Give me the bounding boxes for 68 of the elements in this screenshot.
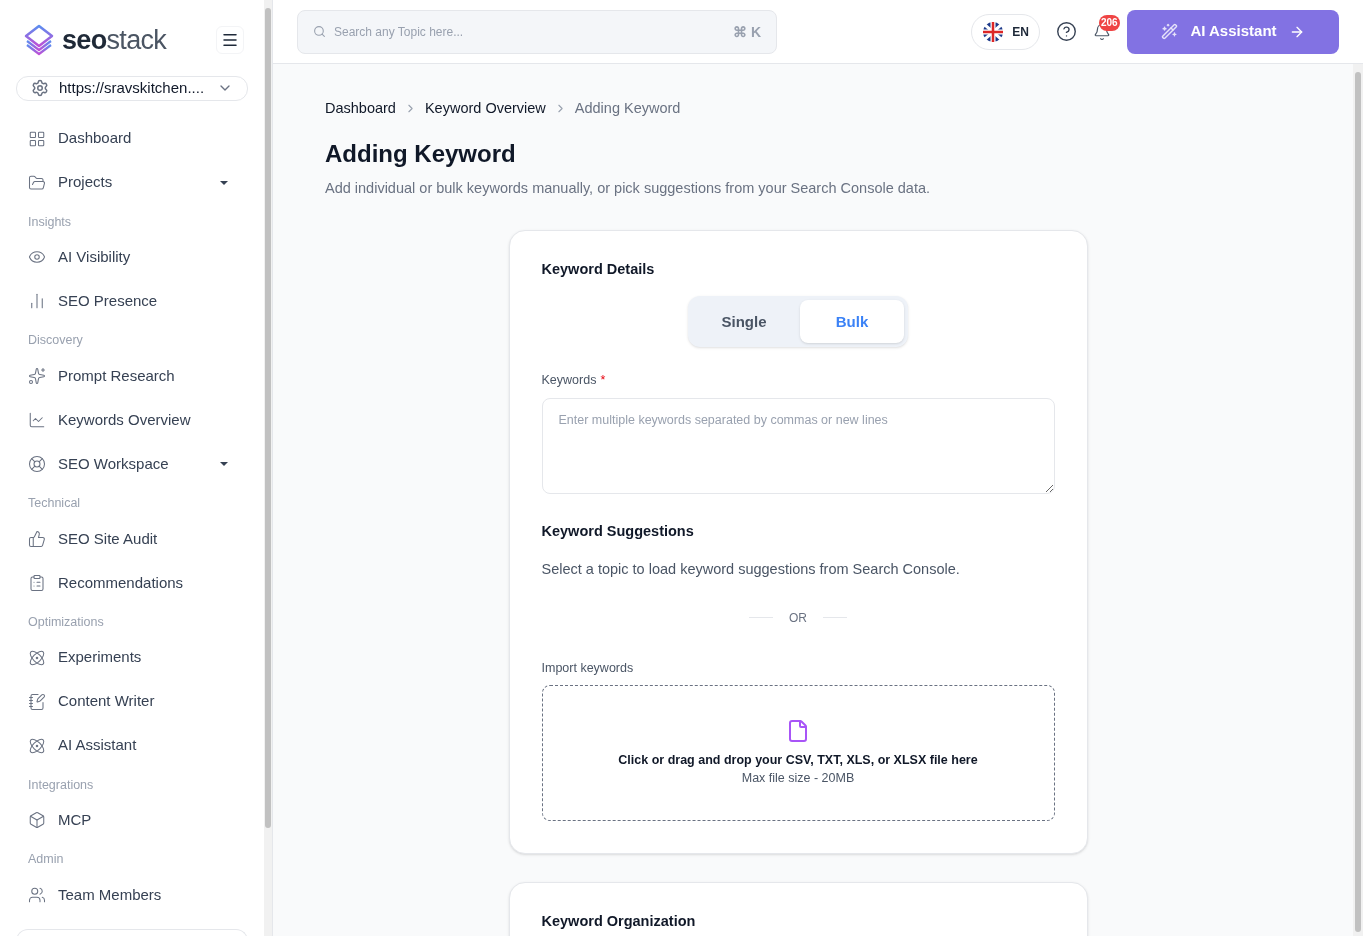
sidebar-item[interactable]: AI Assistant bbox=[16, 723, 248, 768]
file-drop-zone[interactable]: Click or drag and drop your CSV, TXT, XLS, or XLSX file here Max file size - 20MB bbox=[541, 685, 1055, 822]
sidebar-item[interactable]: Team Members bbox=[16, 873, 248, 917]
bar-chart-icon bbox=[28, 292, 46, 311]
sidebar-item[interactable]: Experiments bbox=[16, 635, 248, 680]
breadcrumb-link[interactable]: Keyword Overview bbox=[424, 98, 546, 120]
thumbs-up-icon bbox=[28, 529, 46, 548]
section-heading: Optimizations bbox=[27, 613, 105, 631]
section-heading: Admin bbox=[27, 851, 65, 869]
section-heading: Integrations bbox=[27, 776, 95, 794]
max-size-note: Max file size - 20MB bbox=[741, 770, 855, 788]
brand-name: seostack bbox=[62, 26, 167, 54]
page-title: Adding Keyword bbox=[325, 138, 517, 169]
logo-icon bbox=[24, 24, 54, 56]
line-chart-icon bbox=[28, 411, 46, 429]
sidebar-item[interactable]: Prompt Research bbox=[16, 354, 248, 398]
section-heading: Discovery bbox=[27, 332, 84, 350]
atom-icon bbox=[28, 736, 46, 755]
document-icon bbox=[28, 692, 46, 711]
gear-icon bbox=[31, 79, 49, 98]
ai-assistant-button[interactable]: AI Assistant bbox=[1127, 9, 1339, 54]
section-heading: Technical bbox=[27, 495, 82, 512]
keywords-field[interactable]: Enter multiple keywords separated by commas or new lines bbox=[541, 398, 1055, 494]
toggle-tab[interactable]: Bulk bbox=[800, 300, 904, 344]
page-subtitle: Add individual or bulk keywords manually, or pick suggestions from your Search Console data. bbox=[325, 178, 931, 198]
suggestions-text: Select a topic to load keyword suggestions from Search Console. bbox=[541, 559, 961, 579]
sidebar-item[interactable]: MCP bbox=[16, 798, 248, 843]
file-icon bbox=[786, 718, 810, 743]
sidebar-item[interactable]: SEO Workspace bbox=[16, 442, 248, 486]
scrollbar-thumb[interactable] bbox=[1355, 72, 1361, 932]
cube-icon bbox=[28, 811, 46, 830]
site-selector[interactable]: https://sravskitchen.... bbox=[16, 76, 248, 101]
folder-icon bbox=[28, 173, 46, 192]
magic-wand-icon bbox=[1161, 23, 1179, 40]
scrollbar-thumb[interactable] bbox=[265, 8, 271, 828]
field-label: Import keywords bbox=[541, 659, 635, 677]
section-heading: Insights bbox=[27, 213, 73, 231]
toggle-tab[interactable]: Single bbox=[692, 300, 796, 344]
shortcut-hint: ⌘ K bbox=[733, 22, 761, 42]
sidebar-item[interactable]: Content Writer bbox=[16, 679, 248, 724]
users-icon bbox=[28, 886, 46, 904]
breadcrumb-link[interactable]: Adding Keyword bbox=[574, 98, 681, 120]
notification-badge: 206 bbox=[1099, 14, 1120, 31]
menu-button[interactable] bbox=[216, 26, 244, 54]
lifebuoy-icon bbox=[28, 455, 46, 473]
sidebar-item[interactable]: AI Visibility bbox=[16, 235, 248, 280]
card-title: Keyword Organization bbox=[541, 912, 697, 932]
section-title: Keyword Suggestions bbox=[541, 522, 695, 541]
atom-icon bbox=[28, 648, 46, 667]
search-icon bbox=[313, 24, 326, 38]
grid-icon bbox=[28, 129, 46, 148]
drop-instructions: Click or drag and drop your CSV, TXT, XLS, or XLSX file here bbox=[618, 751, 978, 769]
sidebar-item[interactable]: Recommendations bbox=[16, 560, 248, 605]
help-icon[interactable] bbox=[1056, 21, 1077, 42]
breadcrumb-link[interactable]: Dashboard bbox=[325, 98, 396, 120]
sidebar-item[interactable]: Projects bbox=[16, 160, 248, 205]
sidebar-item[interactable]: Keywords Overview bbox=[16, 398, 248, 442]
sparkles-icon bbox=[28, 367, 46, 385]
card-title: Keyword Details bbox=[541, 259, 656, 279]
required-mark: * bbox=[600, 372, 606, 390]
sidebar-item[interactable]: Dashboard bbox=[16, 116, 248, 161]
clipboard-icon bbox=[28, 573, 46, 592]
flag-icon bbox=[982, 20, 1005, 43]
field-label: Keywords bbox=[541, 372, 597, 390]
divider-label: OR bbox=[789, 609, 807, 627]
menu-icon bbox=[221, 31, 239, 49]
sidebar-item[interactable]: SEO Presence bbox=[16, 279, 248, 324]
sidebar-item[interactable]: SEO Site Audit bbox=[16, 516, 248, 561]
